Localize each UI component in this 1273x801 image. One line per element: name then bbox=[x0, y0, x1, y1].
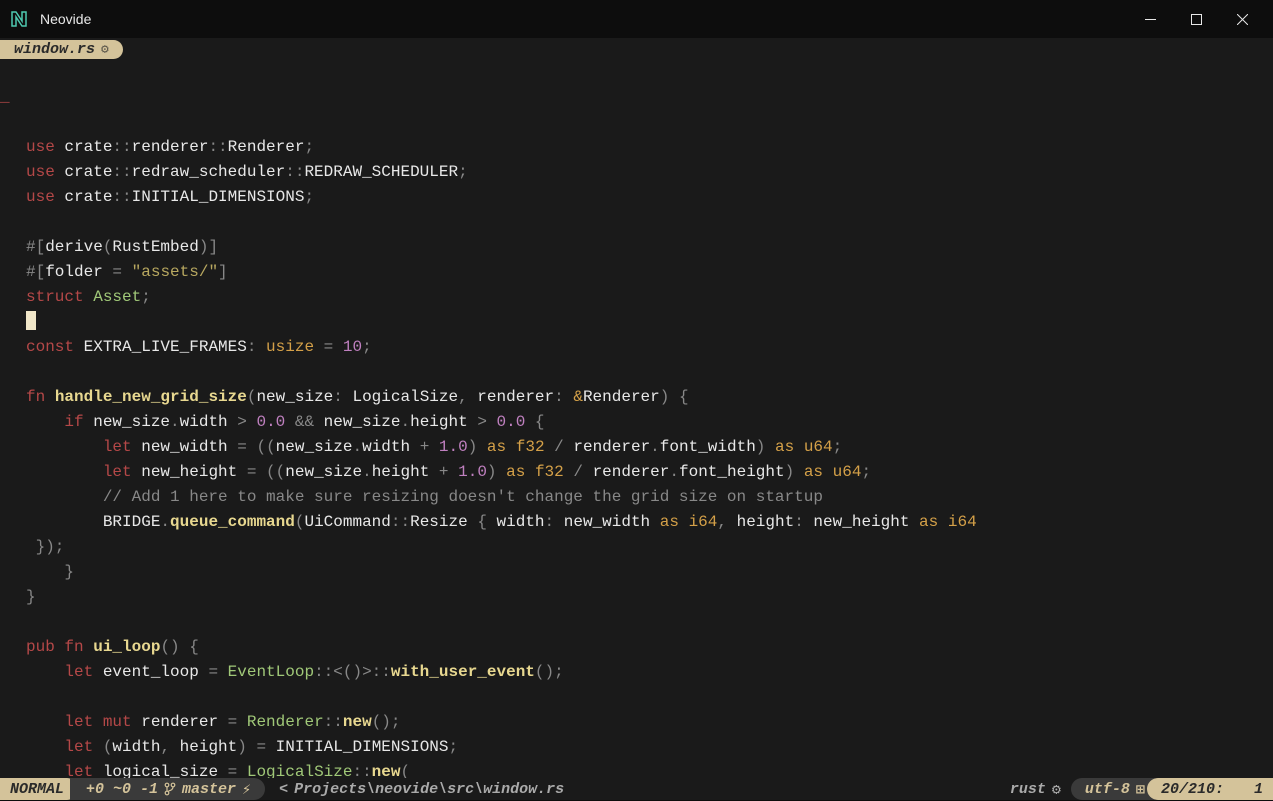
encoding-label: utf-8 bbox=[1085, 781, 1130, 798]
statusline: NORMAL +0 ~0 -1 master ⚡ < Projects\neovid… bbox=[0, 778, 1273, 800]
window-title: Neovide bbox=[40, 11, 91, 27]
encoding-segment: utf-8 ⊞ bbox=[1071, 778, 1155, 800]
code-line: let event_loop = EventLoop::<()>::with_u… bbox=[8, 660, 1273, 685]
code-line: #[folder = "assets/"] bbox=[8, 260, 1273, 285]
code-line: use crate::redraw_scheduler::REDRAW_SCHE… bbox=[8, 160, 1273, 185]
code-line: pub fn ui_loop() { bbox=[8, 635, 1273, 660]
code-line: let new_height = ((new_size.height + 1.0… bbox=[8, 460, 1273, 485]
filetype-label: rust bbox=[1010, 781, 1046, 798]
code-line: use crate::INITIAL_DIMENSIONS; bbox=[8, 185, 1273, 210]
cursor bbox=[26, 311, 36, 330]
code-content: use crate::renderer::Renderer;use crate:… bbox=[8, 135, 1273, 778]
git-changes: +0 ~0 -1 bbox=[86, 781, 158, 798]
close-button[interactable] bbox=[1219, 0, 1265, 38]
code-line: let mut renderer = Renderer::new(); bbox=[8, 710, 1273, 735]
tab-window-rs[interactable]: window.rs ⚙ bbox=[0, 40, 123, 59]
file-path-segment: < Projects\neovide\src\window.rs bbox=[265, 778, 574, 800]
minimize-button[interactable] bbox=[1127, 0, 1173, 38]
code-line bbox=[8, 210, 1273, 235]
code-line: } bbox=[8, 585, 1273, 610]
code-line: } bbox=[8, 560, 1273, 585]
code-line: }); bbox=[8, 535, 1273, 560]
code-line: // Add 1 here to make sure resizing does… bbox=[8, 485, 1273, 510]
mode-indicator: NORMAL bbox=[0, 778, 78, 800]
code-line: #[derive(RustEmbed)] bbox=[8, 235, 1273, 260]
line-position: 20/210: bbox=[1161, 781, 1224, 798]
code-line: BRIDGE.queue_command(UiCommand::Resize {… bbox=[8, 510, 1273, 535]
maximize-button[interactable] bbox=[1173, 0, 1219, 38]
filetype-segment: rust ⚙ bbox=[1000, 778, 1071, 800]
col-position: 1 bbox=[1254, 781, 1263, 798]
code-line: let (width, height) = INITIAL_DIMENSIONS… bbox=[8, 735, 1273, 760]
tabline: window.rs ⚙ bbox=[0, 38, 1273, 60]
tab-filename: window.rs bbox=[14, 41, 95, 58]
gutter-change-mark: _ bbox=[0, 85, 10, 110]
editor-pane[interactable]: _ use crate::renderer::Renderer;use crat… bbox=[0, 60, 1273, 778]
code-line: fn handle_new_grid_size(new_size: Logica… bbox=[8, 385, 1273, 410]
branch-icon bbox=[164, 781, 176, 798]
position-segment: 20/210: 1 bbox=[1147, 778, 1273, 800]
app-logo bbox=[8, 8, 30, 30]
git-segment: +0 ~0 -1 master ⚡ bbox=[70, 778, 265, 800]
code-line: struct Asset; bbox=[8, 285, 1273, 310]
windows-icon: ⊞ bbox=[1136, 780, 1145, 799]
code-line: use crate::renderer::Renderer; bbox=[8, 135, 1273, 160]
code-line: let new_width = ((new_size.width + 1.0) … bbox=[8, 435, 1273, 460]
code-line: const EXTRA_LIVE_FRAMES: usize = 10; bbox=[8, 335, 1273, 360]
git-branch: master bbox=[182, 781, 236, 798]
lightning-icon: ⚡ bbox=[242, 780, 251, 799]
file-path: Projects\neovide\src\window.rs bbox=[294, 781, 564, 798]
code-line bbox=[8, 360, 1273, 385]
rust-icon: ⚙ bbox=[101, 42, 109, 57]
titlebar: Neovide bbox=[0, 0, 1273, 38]
code-line bbox=[8, 610, 1273, 635]
code-line: if new_size.width > 0.0 && new_size.heig… bbox=[8, 410, 1273, 435]
filetype-icon: ⚙ bbox=[1052, 780, 1061, 799]
code-line bbox=[8, 310, 1273, 335]
code-line bbox=[8, 685, 1273, 710]
path-prefix: < bbox=[279, 781, 288, 798]
code-line: let logical_size = LogicalSize::new( bbox=[8, 760, 1273, 778]
